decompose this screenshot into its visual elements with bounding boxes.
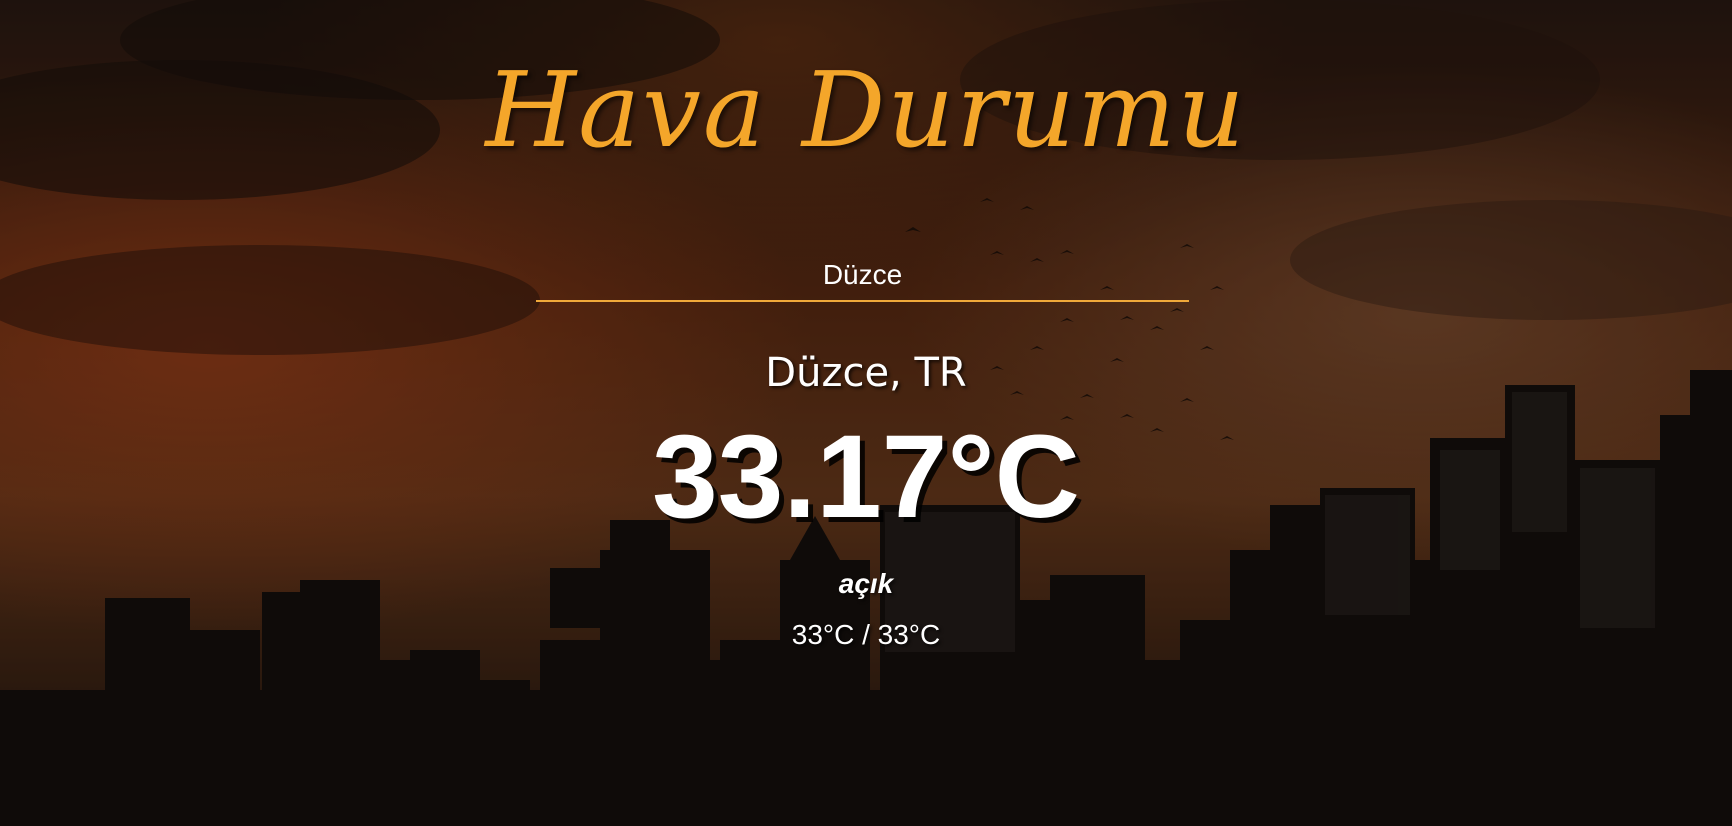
weather-description: açık: [838, 568, 894, 599]
location-label: Düzce, TR: [765, 350, 967, 396]
search-box[interactable]: [536, 250, 1189, 304]
hi-low-temperature: 33°C / 33°C: [791, 619, 941, 650]
temperature-value: 33.17°C: [652, 411, 1080, 543]
app-title: Hava Durumu: [485, 49, 1247, 171]
city-search-input[interactable]: [536, 250, 1189, 302]
weather-app: Hava Durumu Düzce, TR 33.17°C açık 33°C …: [0, 0, 1732, 826]
